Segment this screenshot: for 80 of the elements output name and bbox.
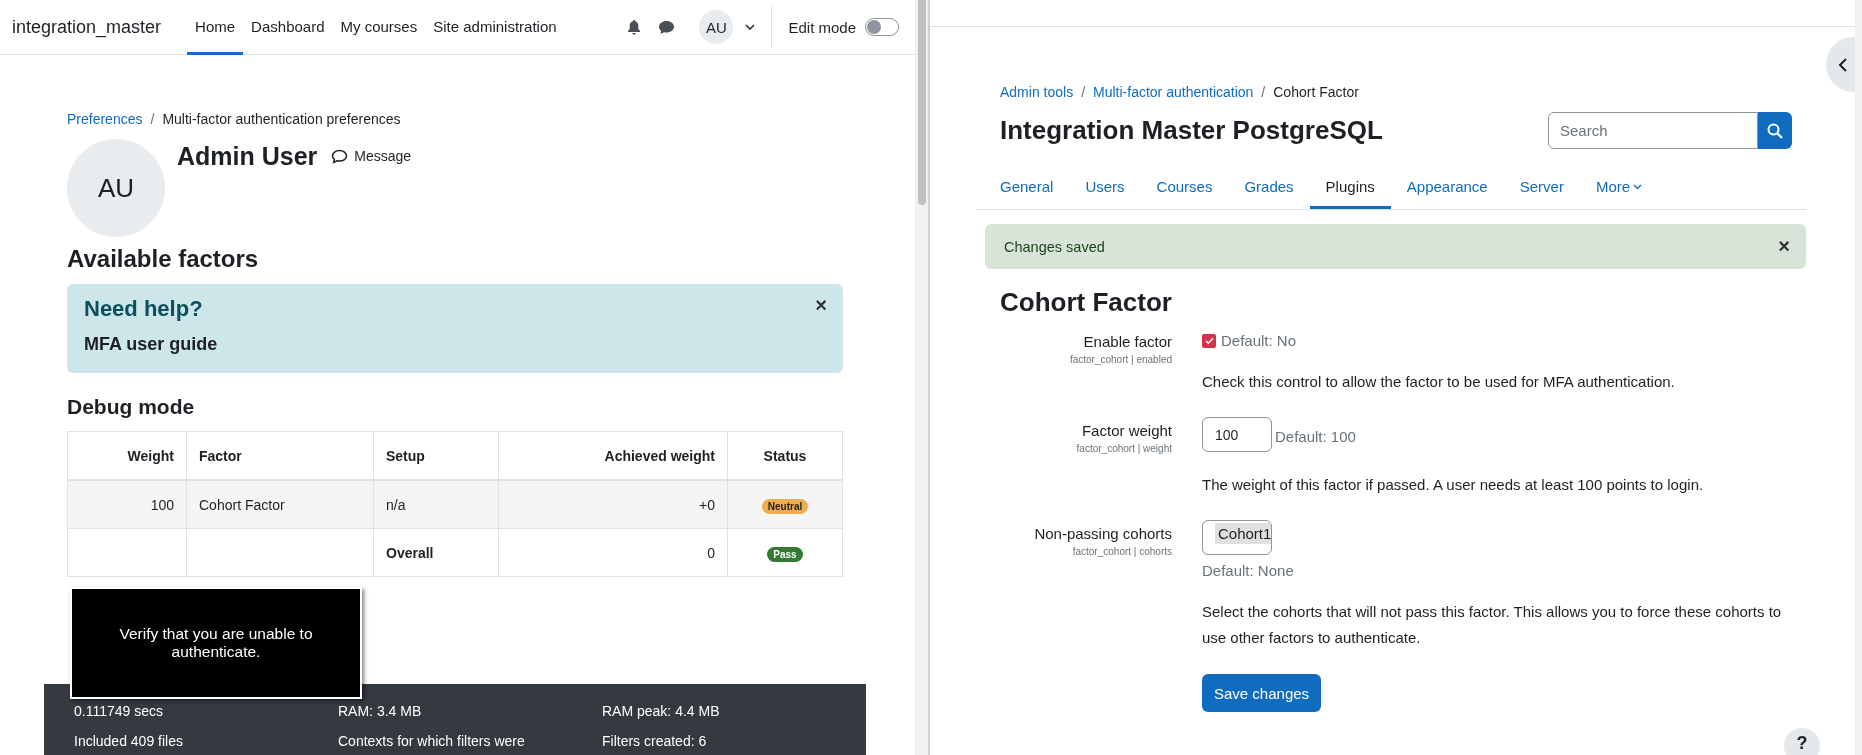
setting-name: factor_cohort | weight [1076,443,1172,454]
user-name: Admin User [177,141,318,171]
status-badge: Pass [767,546,803,562]
profile-avatar: AU [67,139,165,237]
setting-label: Non-passing cohorts [1034,525,1172,542]
chevron-left-icon [1838,56,1848,73]
breadcrumb-separator: / [150,111,155,127]
close-button[interactable]: × [1778,235,1790,258]
chat-icon [331,148,349,164]
nav-link[interactable]: Dashboard [243,0,333,55]
alert-message: Changes saved [1004,238,1105,255]
overlay-message: Verify that you are unable to authenticate. [70,587,362,699]
input-field[interactable]: 100 [1202,417,1272,452]
nav-tab[interactable]: Users [1069,171,1141,209]
default-value: Default: No [1221,332,1297,349]
performance-info: RAM: 3.4 MB [338,703,423,719]
status-badge: Neutral [761,498,809,514]
default-value: Default: 100 [1275,428,1356,445]
search-field[interactable]: Search [1548,112,1758,149]
table-cell: n/a [373,480,499,529]
close-button[interactable]: × [815,294,827,317]
checkbox[interactable] [1202,334,1216,348]
table-cell: Cohort Factor [186,480,374,529]
setting-name: factor_cohort | enabled [1069,354,1172,365]
edit-mode-toggle[interactable] [865,18,899,36]
breadcrumb-current: Cohort Factor [1273,84,1359,100]
help-title: Need help? [84,296,203,322]
search-icon [1767,122,1783,139]
search-button[interactable] [1758,112,1792,149]
performance-info: Included 409 files [74,733,184,749]
setting-description: The weight of this factor if passed. A user needs at least 100 points to login. [1202,475,1705,495]
chat-icon[interactable] [658,19,676,35]
nav-tab[interactable]: General [984,171,1070,209]
table-cell: 100 [67,480,187,529]
nav-link[interactable]: Home [187,0,244,55]
table-cell: Overall [373,528,499,577]
caret-icon [1633,183,1643,190]
section-heading: Available factors [67,245,260,273]
guide-link[interactable]: MFA user guide [84,334,218,354]
breadcrumb-separator: / [1261,84,1266,100]
edit-mode-label: Edit mode [788,18,856,36]
select-list[interactable]: Cohort1 [1202,520,1273,555]
setting-label: Enable factor [1083,333,1172,350]
nav-link[interactable]: Site administration [425,0,565,55]
nav-link[interactable]: My courses [332,0,426,55]
setting-label: Factor weight [1081,422,1172,439]
nav-tab[interactable]: Plugins [1309,171,1391,209]
breadcrumb-link[interactable]: Admin tools [1000,84,1074,100]
breadcrumb-link[interactable]: Preferences [67,111,143,127]
nav-tab[interactable]: Grades [1228,171,1310,209]
breadcrumb-separator: / [1081,84,1086,100]
performance-info: Filters created: 6 [602,733,708,749]
setting-name: factor_cohort | cohorts [1072,546,1172,557]
message-link[interactable]: Message [331,148,412,164]
page-heading: Cohort Factor [1000,287,1173,318]
performance-info: 0.111749 secs [74,703,164,719]
scrollbar[interactable] [1855,0,1862,755]
scrollbar-thumb[interactable] [917,0,926,205]
drawer-toggle[interactable] [1826,37,1855,92]
help-button[interactable]: ? [1784,728,1820,755]
setting-description: Select the cohorts that will not pass this factor. This allows you to force these cohorts to use other factors to authenticate. [1202,602,1782,648]
chevron-down-icon[interactable] [745,23,756,31]
nav-tab[interactable]: Server [1503,171,1580,209]
nav-tab[interactable]: Appearance [1390,171,1504,209]
nav-tab[interactable]: Courses [1140,171,1229,209]
user-avatar[interactable]: AU [699,10,734,44]
bell-icon[interactable] [626,18,643,36]
section-heading: Debug mode [67,395,196,419]
setting-description: Check this control to allow the factor to be used for MFA authentication. [1202,372,1676,392]
table-cell: 0 [498,528,728,577]
default-value: Default: None [1202,562,1294,579]
table-cell: +0 [498,480,728,529]
site-title: Integration Master PostgreSQL [1000,115,1383,146]
performance-info: RAM peak: 4.4 MB [602,703,721,719]
site-name[interactable]: integration_master [12,16,162,38]
breadcrumb-link[interactable]: Multi-factor authentication [1093,84,1254,100]
breadcrumb-current: Multi-factor authentication preferences [162,111,401,127]
save-button[interactable]: Save changes [1202,674,1322,712]
nav-tab[interactable]: More [1579,171,1659,209]
performance-info: Contexts for which filters were [338,733,526,749]
